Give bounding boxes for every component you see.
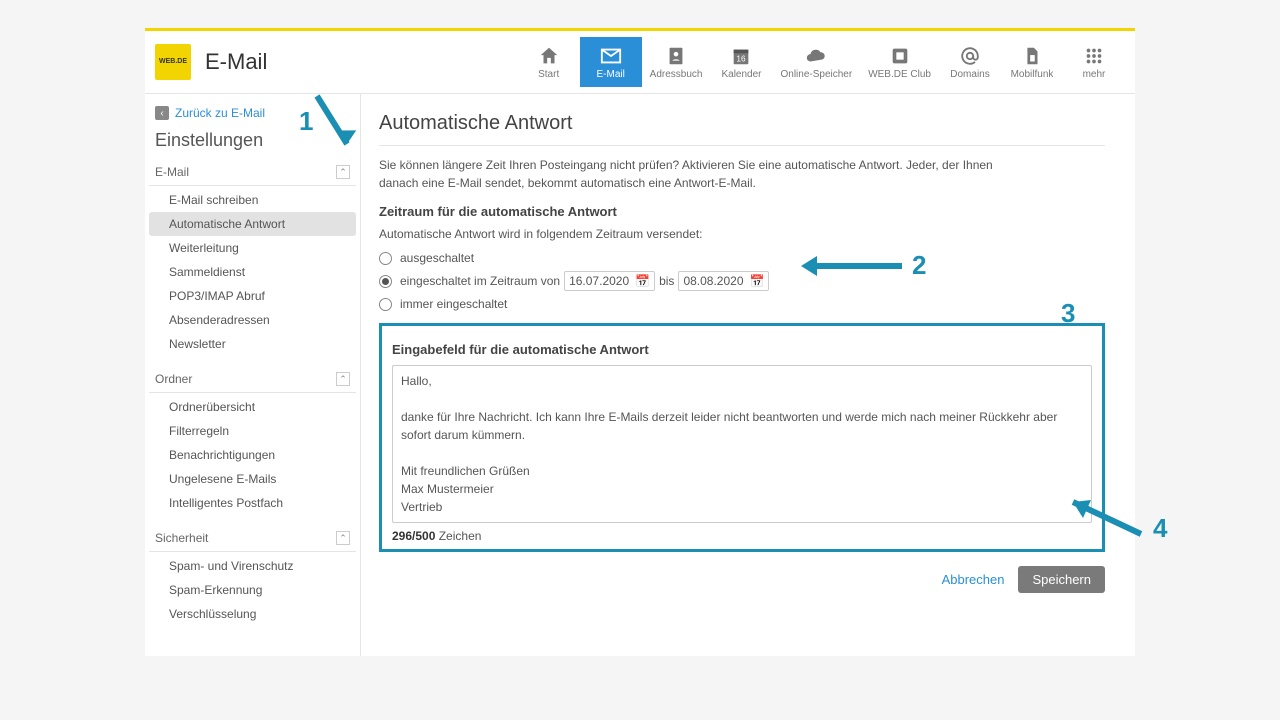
app-title: E-Mail [205,49,267,75]
period-note: Automatische Antwort wird in folgendem Z… [379,227,1105,241]
nav-label: WEB.DE Club [868,69,931,80]
radio-icon [379,252,392,265]
date-to-value: 08.08.2020 [683,274,743,288]
calendar-icon: 📅 [635,274,650,288]
date-from-input[interactable]: 16.07.2020 📅 [564,271,655,291]
top-bar: WEB.DE E-Mail Start E-Mail Adressbuch 16 Kal… [145,31,1135,94]
sidebar-item[interactable]: Sammeldienst [149,260,356,284]
nav-contacts[interactable]: Adressbuch [642,37,711,87]
nav-label: Mobilfunk [1011,69,1054,80]
sidebar-item[interactable]: Filterregeln [149,419,356,443]
nav-home[interactable]: Start [518,37,580,87]
radio-range[interactable]: eingeschaltet im Zeitraum von 16.07.2020… [379,271,1105,291]
radio-off-label: ausgeschaltet [400,251,474,265]
sidebar-item[interactable]: Weiterleitung [149,236,356,260]
radio-icon [379,298,392,311]
sim-icon [1021,45,1043,67]
club-icon [889,45,911,67]
sidebar-item[interactable]: Ungelesene E-Mails [149,467,356,491]
radio-range-mid: bis [659,274,674,288]
radio-always[interactable]: immer eingeschaltet [379,297,1105,311]
save-button[interactable]: Speichern [1018,566,1105,593]
calendar-icon: 16 [730,45,752,67]
radio-always-label: immer eingeschaltet [400,297,507,311]
section-title: Sicherheit [155,531,208,545]
nav-cloud[interactable]: Online-Speicher [772,37,860,87]
mail-icon [600,45,622,67]
sidebar-item[interactable]: Newsletter [149,332,356,356]
intro-text: Sie können längere Zeit Ihren Posteingan… [379,156,1029,192]
nav-label: Domains [950,69,989,80]
nav-label: Start [538,69,559,80]
nav-mail[interactable]: E-Mail [580,37,642,87]
radio-off[interactable]: ausgeschaltet [379,251,1105,265]
svg-text:16: 16 [737,54,747,63]
sidebar-title: Einstellungen [149,124,356,159]
nav-label: E-Mail [597,69,625,80]
section-header[interactable]: E-Mail ⌃ [149,159,356,186]
sidebar-item[interactable]: Verschlüsselung [149,602,356,626]
radio-icon [379,275,392,288]
sidebar-item[interactable]: Automatische Antwort [149,212,356,236]
date-from-value: 16.07.2020 [569,274,629,288]
back-label: Zurück zu E-Mail [175,106,265,120]
sidebar-item[interactable]: POP3/IMAP Abruf [149,284,356,308]
contacts-icon [665,45,687,67]
radio-range-prefix: eingeschaltet im Zeitraum von [400,274,560,288]
section-title: E-Mail [155,165,189,179]
section-header[interactable]: Sicherheit ⌃ [149,525,356,552]
char-count: 296/500 Zeichen [392,529,1092,543]
nav-label: Kalender [721,69,761,80]
sidebar-item[interactable]: Benachrichtigungen [149,443,356,467]
nav-grid[interactable]: mehr [1063,37,1125,87]
sidebar-item[interactable]: Spam-Erkennung [149,578,356,602]
section-header[interactable]: Ordner ⌃ [149,366,356,393]
message-textarea[interactable]: Hallo, danke für Ihre Nachricht. Ich kan… [392,365,1092,523]
sidebar-item[interactable]: Spam- und Virenschutz [149,554,356,578]
char-count-value: 296/500 [392,529,435,543]
nav-at[interactable]: Domains [939,37,1001,87]
back-link[interactable]: ‹ Zurück zu E-Mail [149,102,356,124]
period-heading: Zeitraum für die automatische Antwort [379,204,1105,219]
date-to-input[interactable]: 08.08.2020 📅 [678,271,769,291]
nav-calendar[interactable]: 16 Kalender [710,37,772,87]
sidebar-item[interactable]: Ordnerübersicht [149,395,356,419]
cancel-button[interactable]: Abbrechen [942,572,1005,587]
page-title: Automatische Antwort [379,112,1105,146]
main-nav: Start E-Mail Adressbuch 16 Kalender Online-Sp… [518,37,1125,87]
chevron-up-icon: ⌃ [336,531,350,545]
brand-logo: WEB.DE [155,44,191,80]
nav-sim[interactable]: Mobilfunk [1001,37,1063,87]
chevron-up-icon: ⌃ [336,372,350,386]
grid-icon [1083,45,1105,67]
chevron-up-icon: ⌃ [336,165,350,179]
cloud-icon [805,45,827,67]
calendar-icon: 📅 [750,274,765,288]
chevron-left-icon: ‹ [155,106,169,120]
message-section: Eingabefeld für die automatische Antwort… [379,323,1105,552]
sidebar-item[interactable]: E-Mail schreiben [149,188,356,212]
nav-label: Online-Speicher [780,69,852,80]
section-title: Ordner [155,372,192,386]
message-heading: Eingabefeld für die automatische Antwort [392,342,1092,357]
at-icon [959,45,981,67]
sidebar: ‹ Zurück zu E-Mail Einstellungen E-Mail ⌃… [145,94,361,656]
nav-label: mehr [1083,69,1106,80]
home-icon [538,45,560,67]
content-area: Automatische Antwort Sie können längere … [361,94,1135,656]
sidebar-item[interactable]: Absenderadressen [149,308,356,332]
char-count-suffix: Zeichen [435,529,481,543]
nav-label: Adressbuch [650,69,703,80]
nav-club[interactable]: WEB.DE Club [860,37,939,87]
sidebar-item[interactable]: Intelligentes Postfach [149,491,356,515]
